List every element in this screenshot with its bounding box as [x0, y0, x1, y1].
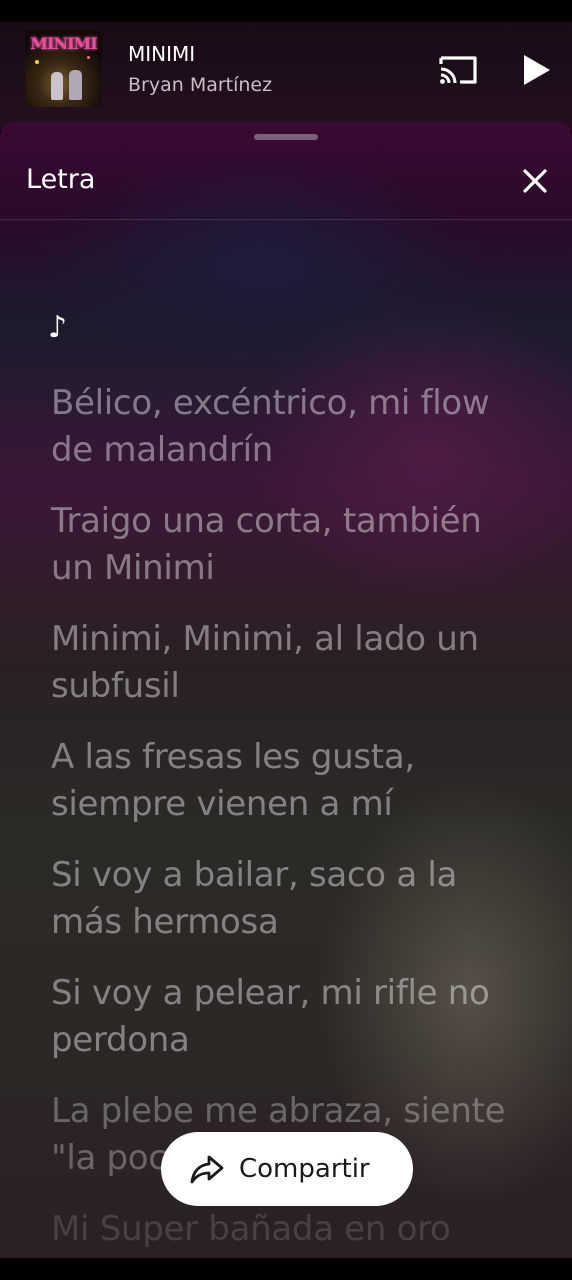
cast-button[interactable] [436, 50, 480, 90]
cover-spark [35, 60, 39, 64]
song-title: MINIMI [128, 42, 196, 66]
song-artist: Bryan Martínez [128, 74, 273, 96]
drag-handle[interactable] [254, 134, 318, 140]
share-button[interactable]: Compartir [161, 1132, 413, 1206]
lyric-line[interactable]: Si voy a pelear, mi rifle no perdona [51, 970, 531, 1064]
lyrics-sheet: Letra ♪ Bélico, excéntrico, mi flow de m… [0, 122, 572, 1258]
share-label: Compartir [239, 1154, 370, 1184]
lyric-line[interactable]: Si voy a bailar, saco a la más hermosa [51, 852, 531, 946]
header-divider [0, 219, 572, 220]
close-icon [523, 169, 547, 193]
navigation-bar [0, 1258, 572, 1280]
play-button[interactable] [518, 50, 554, 90]
cast-icon [439, 56, 477, 84]
album-cover-logo: MINIMI [30, 34, 98, 53]
play-icon [524, 55, 550, 85]
lyric-line[interactable]: Bélico, excéntrico, mi flow de malandrín [51, 380, 531, 474]
close-button[interactable] [518, 164, 552, 198]
lyrics-list[interactable]: Bélico, excéntrico, mi flow de malandrín… [51, 380, 531, 1258]
album-cover[interactable]: MINIMI [25, 30, 102, 107]
music-note-icon: ♪ [48, 310, 68, 345]
status-bar [0, 0, 572, 22]
cover-figure [69, 70, 82, 100]
mini-player[interactable]: MINIMI MINIMI Bryan Martínez [0, 22, 572, 130]
share-icon [190, 1155, 224, 1184]
sheet-title: Letra [26, 164, 96, 195]
cover-figure [51, 72, 63, 100]
lyric-line[interactable]: Minimi, Minimi, al lado un subfusil [51, 616, 531, 710]
lyric-line[interactable]: Mi Super bañada en oro [51, 1206, 531, 1253]
lyric-line[interactable]: Traigo una corta, también un Minimi [51, 498, 531, 592]
lyric-line[interactable]: A las fresas les gusta, siempre vienen a… [51, 734, 531, 828]
cover-spark [87, 56, 90, 59]
